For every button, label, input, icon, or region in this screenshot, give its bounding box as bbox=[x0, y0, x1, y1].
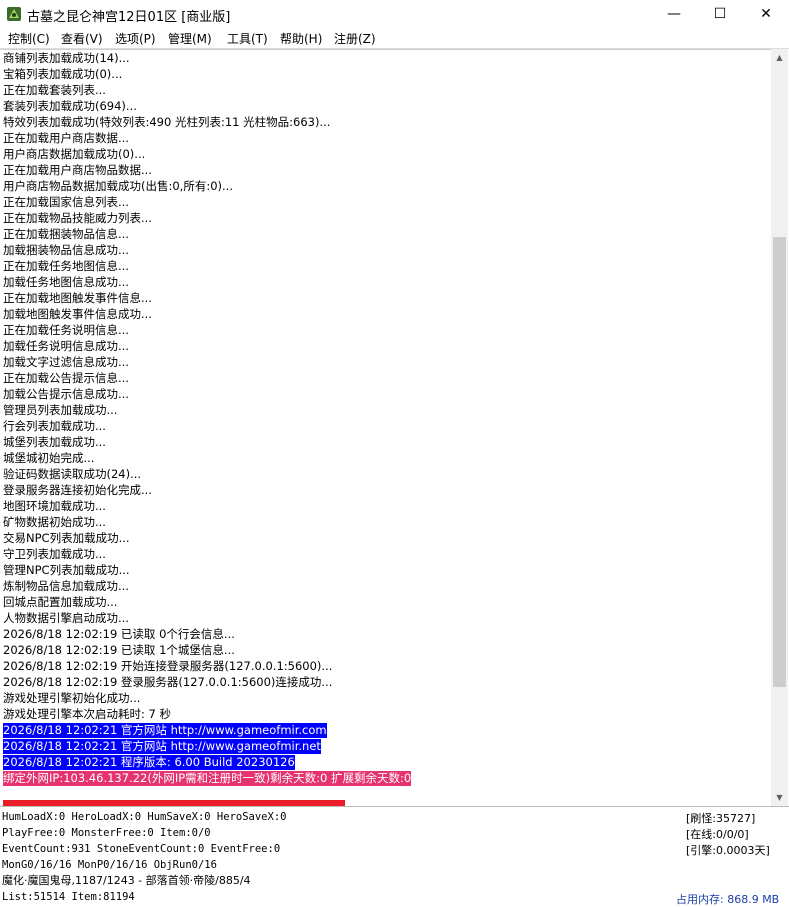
log-line: 加载任务说明信息成功... bbox=[3, 339, 129, 353]
minimize-button[interactable]: — bbox=[651, 0, 697, 28]
minimize-icon: — bbox=[667, 6, 681, 22]
engine-uptime: [引擎:0.0003天] bbox=[686, 844, 770, 857]
log-line: 正在加载国家信息列表... bbox=[3, 195, 129, 209]
refresh-monster-count: [刷怪:35727] bbox=[686, 812, 756, 825]
log-line: 2026/8/18 12:02:19 登录服务器(127.0.0.1:5600)… bbox=[3, 675, 333, 689]
log-line: 正在加载公告提示信息... bbox=[3, 371, 129, 385]
log-line: 正在加载捆装物品信息... bbox=[3, 227, 129, 241]
log-line-highlight: 2026/8/18 12:02:21 官方网站 http://www.gameo… bbox=[3, 739, 321, 754]
log-line: 管理NPC列表加载成功... bbox=[3, 563, 130, 577]
scrollbar-thumb[interactable] bbox=[773, 237, 786, 687]
maximize-button[interactable]: ☐ bbox=[697, 0, 743, 28]
log-line: 交易NPC列表加载成功... bbox=[3, 531, 130, 545]
log-panel[interactable]: 商铺列表加载成功(14)... 宝箱列表加载成功(0)... 正在加载套装列表.… bbox=[0, 49, 771, 807]
log-line: 用户商店物品数据加载成功(出售:0,所有:0)... bbox=[3, 179, 233, 193]
log-line: 2026/8/18 12:02:19 已读取 0个行会信息... bbox=[3, 627, 235, 641]
menu-help[interactable]: 帮助(H) bbox=[280, 30, 322, 47]
log-line: 加载公告提示信息成功... bbox=[3, 387, 129, 401]
vertical-scrollbar[interactable]: ▲ ▼ bbox=[771, 49, 788, 806]
menu-options[interactable]: 选项(P) bbox=[115, 30, 156, 47]
log-line: 地图环境加载成功... bbox=[3, 499, 106, 513]
log-line: 加载捆装物品信息成功... bbox=[3, 243, 129, 257]
menu-register[interactable]: 注册(Z) bbox=[334, 30, 376, 47]
log-line: 用户商店数据加载成功(0)... bbox=[3, 147, 146, 161]
close-icon: ✕ bbox=[760, 6, 772, 22]
log-line-alert: 绑定外网IP:103.46.137.22(外网IP需和注册时一致)剩余天数:0 … bbox=[3, 771, 412, 786]
close-button[interactable]: ✕ bbox=[743, 0, 789, 28]
status-line-free: PlayFree:0 MonsterFree:0 Item:0/0 bbox=[2, 827, 211, 839]
log-line: 加载文字过滤信息成功... bbox=[3, 355, 129, 369]
log-line: 行会列表加载成功... bbox=[3, 419, 106, 433]
log-line: 宝箱列表加载成功(0)... bbox=[3, 67, 123, 81]
status-panel: HumLoadX:0 HeroLoadX:0 HumSaveX:0 HeroSa… bbox=[0, 806, 789, 907]
scroll-up-icon[interactable]: ▲ bbox=[771, 49, 788, 66]
log-line-highlight: 2026/8/18 12:02:21 程序版本: 6.00 Build 2023… bbox=[3, 755, 295, 770]
title-bar: 古墓之昆仑神宫12日01区 [商业版] — ☐ ✕ bbox=[0, 0, 789, 29]
menu-manage[interactable]: 管理(M) bbox=[168, 30, 212, 47]
menu-view[interactable]: 查看(V) bbox=[61, 30, 103, 47]
maximize-icon: ☐ bbox=[713, 6, 727, 22]
log-line: 商铺列表加载成功(14)... bbox=[3, 51, 130, 65]
log-line: 加载任务地图信息成功... bbox=[3, 275, 129, 289]
log-line: 验证码数据读取成功(24)... bbox=[3, 467, 142, 481]
log-line: 套装列表加载成功(694)... bbox=[3, 99, 137, 113]
log-line: 管理员列表加载成功... bbox=[3, 403, 118, 417]
log-line: 城堡列表加载成功... bbox=[3, 435, 106, 449]
log-line: 回城点配置加载成功... bbox=[3, 595, 118, 609]
log-line: 正在加载地图触发事件信息... bbox=[3, 291, 152, 305]
log-line: 特效列表加载成功(特效列表:490 光柱列表:11 光柱物品:663)... bbox=[3, 115, 331, 129]
log-line: 矿物数据初始成功... bbox=[3, 515, 106, 529]
log-line: 正在加载物品技能威力列表... bbox=[3, 211, 152, 225]
log-line-highlight: 2026/8/18 12:02:21 官方网站 http://www.gameo… bbox=[3, 723, 327, 738]
log-line: 游戏处理引擎本次启动耗时: 7 秒 bbox=[3, 707, 172, 721]
log-line: 正在加载任务说明信息... bbox=[3, 323, 129, 337]
status-line-boss: 魔化·魔国鬼母,1187/1243 - 部落首领·帝陵/885/4 bbox=[2, 874, 251, 887]
menu-control[interactable]: 控制(C) bbox=[8, 30, 50, 47]
log-line: 正在加载用户商店物品数据... bbox=[3, 163, 152, 177]
memory-usage: 占用内存: 868.9 MB bbox=[676, 893, 780, 906]
menu-bar: 控制(C) 查看(V) 选项(P) 管理(M) 工具(T) 帮助(H) 注册(Z… bbox=[0, 28, 789, 49]
window-title: 古墓之昆仑神宫12日01区 [商业版] bbox=[27, 10, 231, 25]
log-line: 人物数据引擎启动成功... bbox=[3, 611, 129, 625]
log-line: 炼制物品信息加载成功... bbox=[3, 579, 129, 593]
log-line: 城堡城初始完成... bbox=[3, 451, 95, 465]
online-count: [在线:0/0/0] bbox=[686, 828, 749, 841]
log-line: 2026/8/18 12:02:19 已读取 1个城堡信息... bbox=[3, 643, 235, 657]
log-line: 登录服务器连接初始化完成... bbox=[3, 483, 152, 497]
log-line: 正在加载任务地图信息... bbox=[3, 259, 129, 273]
status-line-monsters: MonG0/16/16 MonP0/16/16 ObjRun0/16 bbox=[2, 859, 217, 871]
menu-tools[interactable]: 工具(T) bbox=[227, 30, 268, 47]
status-line-events: EventCount:931 StoneEventCount:0 EventFr… bbox=[2, 843, 281, 855]
status-line-load: HumLoadX:0 HeroLoadX:0 HumSaveX:0 HeroSa… bbox=[2, 811, 287, 823]
app-icon bbox=[7, 7, 21, 21]
log-line: 加载地图触发事件信息成功... bbox=[3, 307, 152, 321]
status-line-list: List:51514 Item:81194 bbox=[2, 891, 135, 903]
log-line: 2026/8/18 12:02:19 开始连接登录服务器(127.0.0.1:5… bbox=[3, 659, 333, 673]
log-line: 正在加载用户商店数据... bbox=[3, 131, 129, 145]
log-line: 正在加载套装列表... bbox=[3, 83, 106, 97]
log-line: 游戏处理引擎初始化成功... bbox=[3, 691, 141, 705]
log-line: 守卫列表加载成功... bbox=[3, 547, 106, 561]
scroll-down-icon[interactable]: ▼ bbox=[771, 789, 788, 806]
